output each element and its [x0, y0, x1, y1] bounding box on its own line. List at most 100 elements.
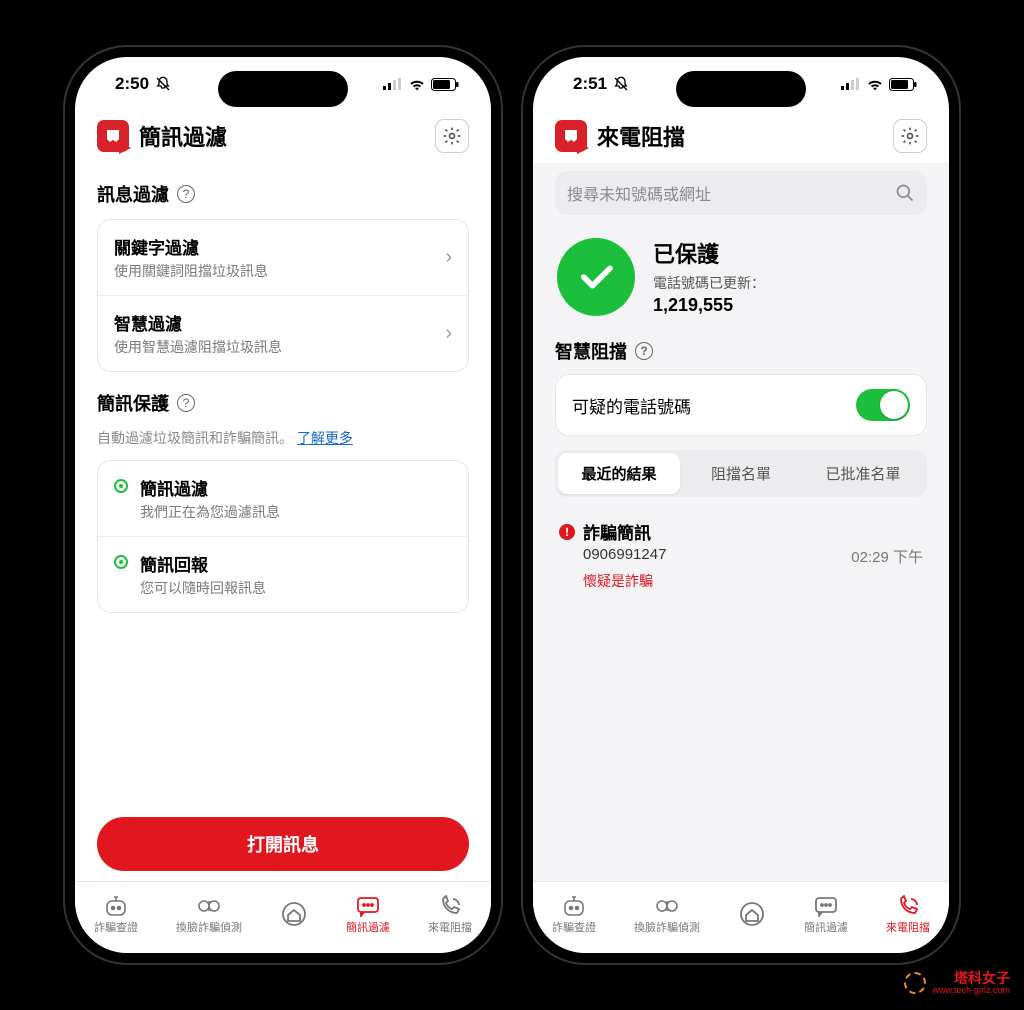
face-swap-icon	[654, 895, 680, 917]
section-title-text: 簡訊保護	[97, 390, 169, 416]
recent-call-item[interactable]: ! 詐騙簡訊 0906991247 02:29 下午 懷疑是詐騙	[555, 511, 927, 599]
segment-blocklist[interactable]: 阻擋名單	[680, 453, 802, 494]
check-circle-icon	[557, 238, 635, 316]
search-placeholder: 搜尋未知號碼或網址	[567, 181, 895, 205]
screen-left: 2:50 簡訊過濾	[75, 57, 491, 953]
phone-left: 2:50 簡訊過濾	[63, 45, 503, 965]
row-subtitle: 使用關鍵詞阻擋垃圾訊息	[114, 261, 268, 281]
segment-allowlist[interactable]: 已批准名單	[802, 453, 924, 494]
chat-icon	[813, 895, 839, 917]
row-keyword-filter[interactable]: 關鍵字過濾 使用關鍵詞阻擋垃圾訊息 ›	[98, 220, 468, 295]
help-icon[interactable]: ?	[635, 342, 653, 360]
row-subtitle: 使用智慧過濾阻擋垃圾訊息	[114, 337, 282, 357]
tab-deepfake[interactable]: 換臉詐騙偵測	[176, 895, 242, 935]
gear-icon	[900, 126, 920, 146]
row-title: 關鍵字過濾	[114, 234, 268, 259]
help-icon[interactable]: ?	[177, 185, 195, 203]
section-smart-block: 智慧阻擋 ?	[555, 338, 927, 364]
tab-label: 來電阻擋	[428, 919, 472, 935]
gear-icon	[442, 126, 462, 146]
face-swap-icon	[196, 895, 222, 917]
tab-label: 換臉詐騙偵測	[176, 919, 242, 935]
tab-bar: 詐騙查證 換臉詐騙偵測 簡訊過濾 來電阻擋	[75, 881, 491, 953]
notch	[218, 71, 348, 107]
home-icon	[738, 901, 766, 927]
settings-button[interactable]	[435, 119, 469, 153]
tab-scam-check[interactable]: 詐騙查證	[94, 895, 138, 935]
toggle-label: 可疑的電話號碼	[572, 393, 691, 418]
bell-slash-icon	[613, 76, 629, 92]
learn-more-link[interactable]: 了解更多	[297, 430, 353, 446]
app-header: 簡訊過濾	[75, 111, 491, 163]
tab-label: 詐騙查證	[552, 919, 596, 935]
section-title-text: 智慧阻擋	[555, 338, 627, 364]
battery-icon	[431, 78, 459, 91]
protected-count: 1,219,555	[653, 295, 765, 316]
app-logo-icon	[97, 120, 129, 152]
app-header: 來電阻擋	[533, 111, 949, 163]
page-title: 來電阻擋	[597, 120, 685, 152]
tab-label: 換臉詐騙偵測	[634, 919, 700, 935]
page-title: 簡訊過濾	[139, 120, 227, 152]
bell-slash-icon	[155, 76, 171, 92]
tab-deepfake[interactable]: 換臉詐騙偵測	[634, 895, 700, 935]
help-icon[interactable]: ?	[177, 394, 195, 412]
tab-label: 簡訊過濾	[346, 919, 390, 935]
call-tag: 懷疑是詐騙	[559, 571, 923, 591]
watermark: 塔科女子 www.tech-girlz.com	[904, 971, 1010, 996]
chevron-right-icon: ›	[445, 322, 452, 345]
status-subtitle: 我們正在為您過濾訊息	[140, 502, 280, 522]
row-smart-filter[interactable]: 智慧過濾 使用智慧過濾阻擋垃圾訊息 ›	[98, 295, 468, 371]
call-label: 詐騙簡訊	[583, 519, 651, 544]
home-icon	[280, 901, 308, 927]
protection-status: 已保護 電話號碼已更新： 1,219,555	[555, 231, 927, 338]
tab-label: 詐騙查證	[94, 919, 138, 935]
sms-protect-card: 簡訊過濾 我們正在為您過濾訊息 簡訊回報 您可以隨時回報訊息	[97, 460, 469, 613]
robot-icon	[561, 895, 587, 917]
open-messages-button[interactable]: 打開訊息	[97, 817, 469, 871]
search-icon	[895, 183, 915, 203]
call-time: 02:29 下午	[851, 546, 923, 567]
filter-options-card: 關鍵字過濾 使用關鍵詞阻擋垃圾訊息 › 智慧過濾 使用智慧過濾阻擋垃圾訊息 ›	[97, 219, 469, 372]
screen-right: 2:51 來電阻擋	[533, 57, 949, 953]
tab-bar: 詐騙查證 換臉詐騙偵測 簡訊過濾 來電阻擋	[533, 881, 949, 953]
alert-icon: !	[559, 524, 575, 540]
tab-home[interactable]	[738, 901, 766, 929]
tab-call-block[interactable]: 來電阻擋	[886, 895, 930, 935]
tab-scam-check[interactable]: 詐騙查證	[552, 895, 596, 935]
clock: 2:51	[573, 74, 607, 94]
section-title-text: 訊息過濾	[97, 181, 169, 207]
section-message-filter: 訊息過濾 ?	[97, 181, 469, 207]
tab-sms-filter[interactable]: 簡訊過濾	[346, 895, 390, 935]
watermark-url: www.tech-girlz.com	[932, 986, 1010, 996]
settings-button[interactable]	[893, 119, 927, 153]
phone-icon	[895, 895, 921, 917]
clock: 2:50	[115, 74, 149, 94]
battery-icon	[889, 78, 917, 91]
chat-icon	[355, 895, 381, 917]
chevron-right-icon: ›	[445, 246, 452, 269]
tab-home[interactable]	[280, 901, 308, 929]
phone-icon	[437, 895, 463, 917]
suspicious-number-toggle-row: 可疑的電話號碼	[555, 374, 927, 436]
watermark-logo-icon	[904, 972, 926, 994]
segment-recent[interactable]: 最近的結果	[558, 453, 680, 494]
search-input[interactable]: 搜尋未知號碼或網址	[555, 171, 927, 215]
status-sms-filter: 簡訊過濾 我們正在為您過濾訊息	[98, 461, 468, 536]
wifi-icon	[866, 78, 884, 91]
segmented-control: 最近的結果 阻擋名單 已批准名單	[555, 450, 927, 497]
signal-icon	[841, 78, 861, 90]
suspicious-number-toggle[interactable]	[856, 389, 910, 421]
section-description: 自動過濾垃圾簡訊和詐騙簡訊。 了解更多	[97, 428, 469, 448]
protected-title: 已保護	[653, 237, 765, 269]
watermark-text: 塔科女子	[954, 970, 1010, 986]
tab-label: 簡訊過濾	[804, 919, 848, 935]
row-title: 智慧過濾	[114, 310, 282, 335]
tab-sms-filter[interactable]: 簡訊過濾	[804, 895, 848, 935]
wifi-icon	[408, 78, 426, 91]
content-right: 搜尋未知號碼或網址 已保護 電話號碼已更新： 1,219,555 智慧阻擋	[533, 163, 949, 881]
tab-call-block[interactable]: 來電阻擋	[428, 895, 472, 935]
section-sms-protect: 簡訊保護 ?	[97, 390, 469, 416]
phone-right: 2:51 來電阻擋	[521, 45, 961, 965]
robot-icon	[103, 895, 129, 917]
